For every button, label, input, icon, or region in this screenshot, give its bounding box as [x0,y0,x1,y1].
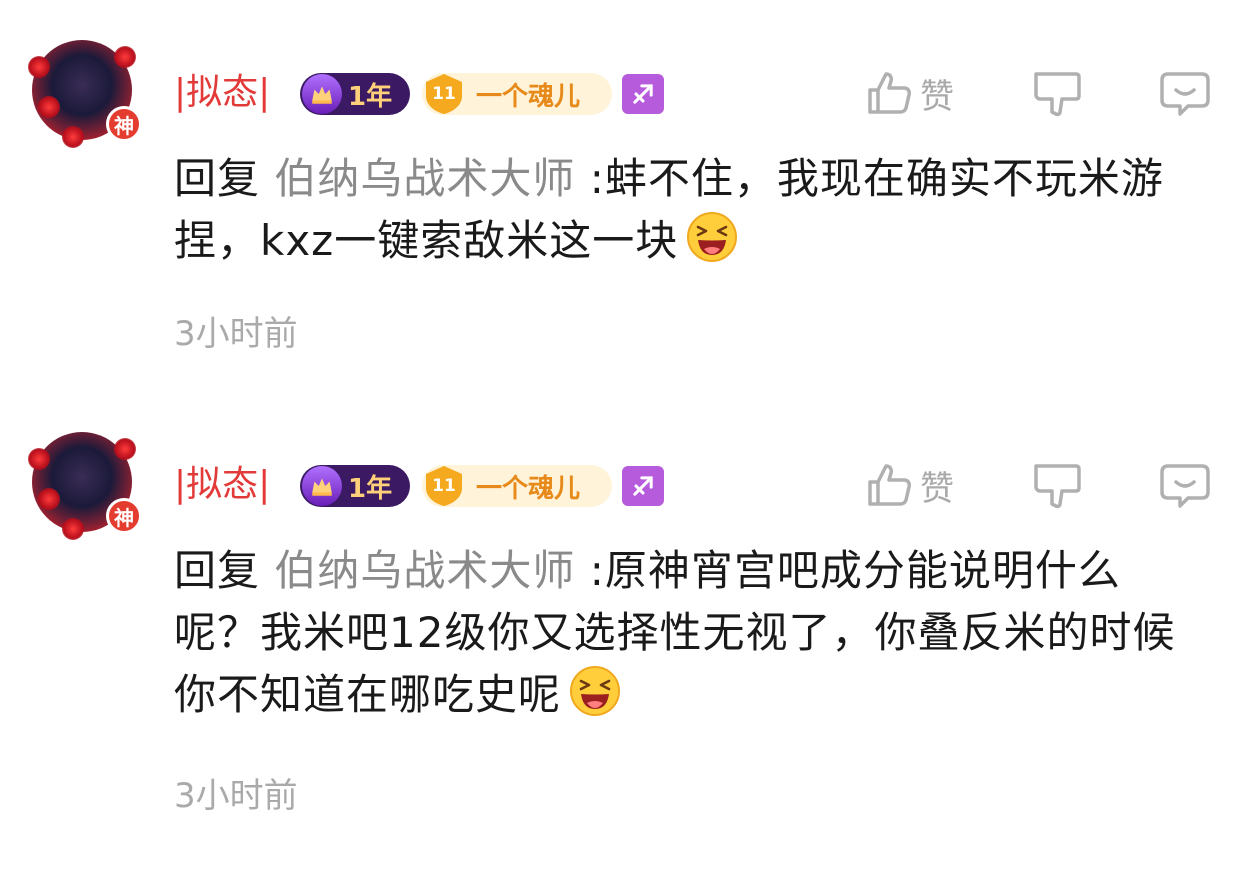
username[interactable]: |拟态| [174,462,270,508]
thumbs-down-icon [1034,464,1081,509]
level-title: 一个魂儿 [476,473,581,504]
avatar-decoration [28,448,50,470]
dislike-button[interactable] [1030,66,1084,120]
level-badge[interactable]: 11 一个魂儿 [422,73,612,115]
year-badge[interactable]: 1年 [300,465,410,507]
avatar-decoration [114,46,136,68]
comment-body: 回复 伯纳乌战术大师 :原神宵宫吧成分能说明什么呢？我米吧12级你又选择性无视了… [174,540,1204,726]
sagittarius-icon[interactable] [622,74,664,114]
thumbs-up-icon [868,464,911,506]
reply-to-username[interactable]: 伯纳乌战术大师 [274,546,575,595]
chat-bubble-icon [1160,464,1210,508]
avatar-badge: 神 [106,498,142,534]
timestamp: 3小时前 [174,314,298,354]
thumbs-up-icon [868,72,911,114]
reply-to-username[interactable]: 伯纳乌战术大师 [274,154,575,203]
timestamp: 3小时前 [174,776,298,816]
year-badge-label: 1年 [348,81,393,112]
level-shield-icon: 11 [422,72,466,116]
crown-icon [302,466,342,506]
like-label: 赞 [920,468,954,509]
chat-bubble-icon [1160,72,1210,116]
comment-body: 回复 伯纳乌战术大师 :蚌不住，我现在确实不玩米游捏，kxz一键索敌米这一块 [174,148,1204,272]
avatar-decoration [62,518,84,540]
avatar-decoration [28,56,50,78]
like-button[interactable]: 赞 [864,66,954,120]
level-number: 11 [432,84,456,104]
avatar-decoration [38,96,60,118]
level-shield-icon: 11 [422,464,466,508]
reply-prefix: 回复 [174,154,261,203]
avatar[interactable]: 神 [22,428,142,540]
laughing-emoji-icon [687,212,738,262]
avatar[interactable]: 神 [22,36,142,148]
crown-icon [302,74,342,114]
avatar-badge: 神 [106,106,142,142]
dislike-button[interactable] [1030,458,1084,512]
level-title: 一个魂儿 [476,81,581,112]
year-badge-label: 1年 [348,473,393,504]
reply-prefix: 回复 [174,546,261,595]
avatar-decoration [38,488,60,510]
level-badge[interactable]: 11 一个魂儿 [422,465,612,507]
reply-button[interactable] [1158,66,1212,120]
level-number: 11 [432,476,456,496]
avatar-decoration [114,438,136,460]
year-badge[interactable]: 1年 [300,73,410,115]
laughing-emoji-icon [570,666,621,716]
like-button[interactable]: 赞 [864,458,954,512]
sagittarius-icon[interactable] [622,466,664,506]
reply-button[interactable] [1158,458,1212,512]
avatar-decoration [62,126,84,148]
thumbs-down-icon [1034,72,1081,117]
username[interactable]: |拟态| [174,70,270,116]
like-label: 赞 [920,76,954,117]
